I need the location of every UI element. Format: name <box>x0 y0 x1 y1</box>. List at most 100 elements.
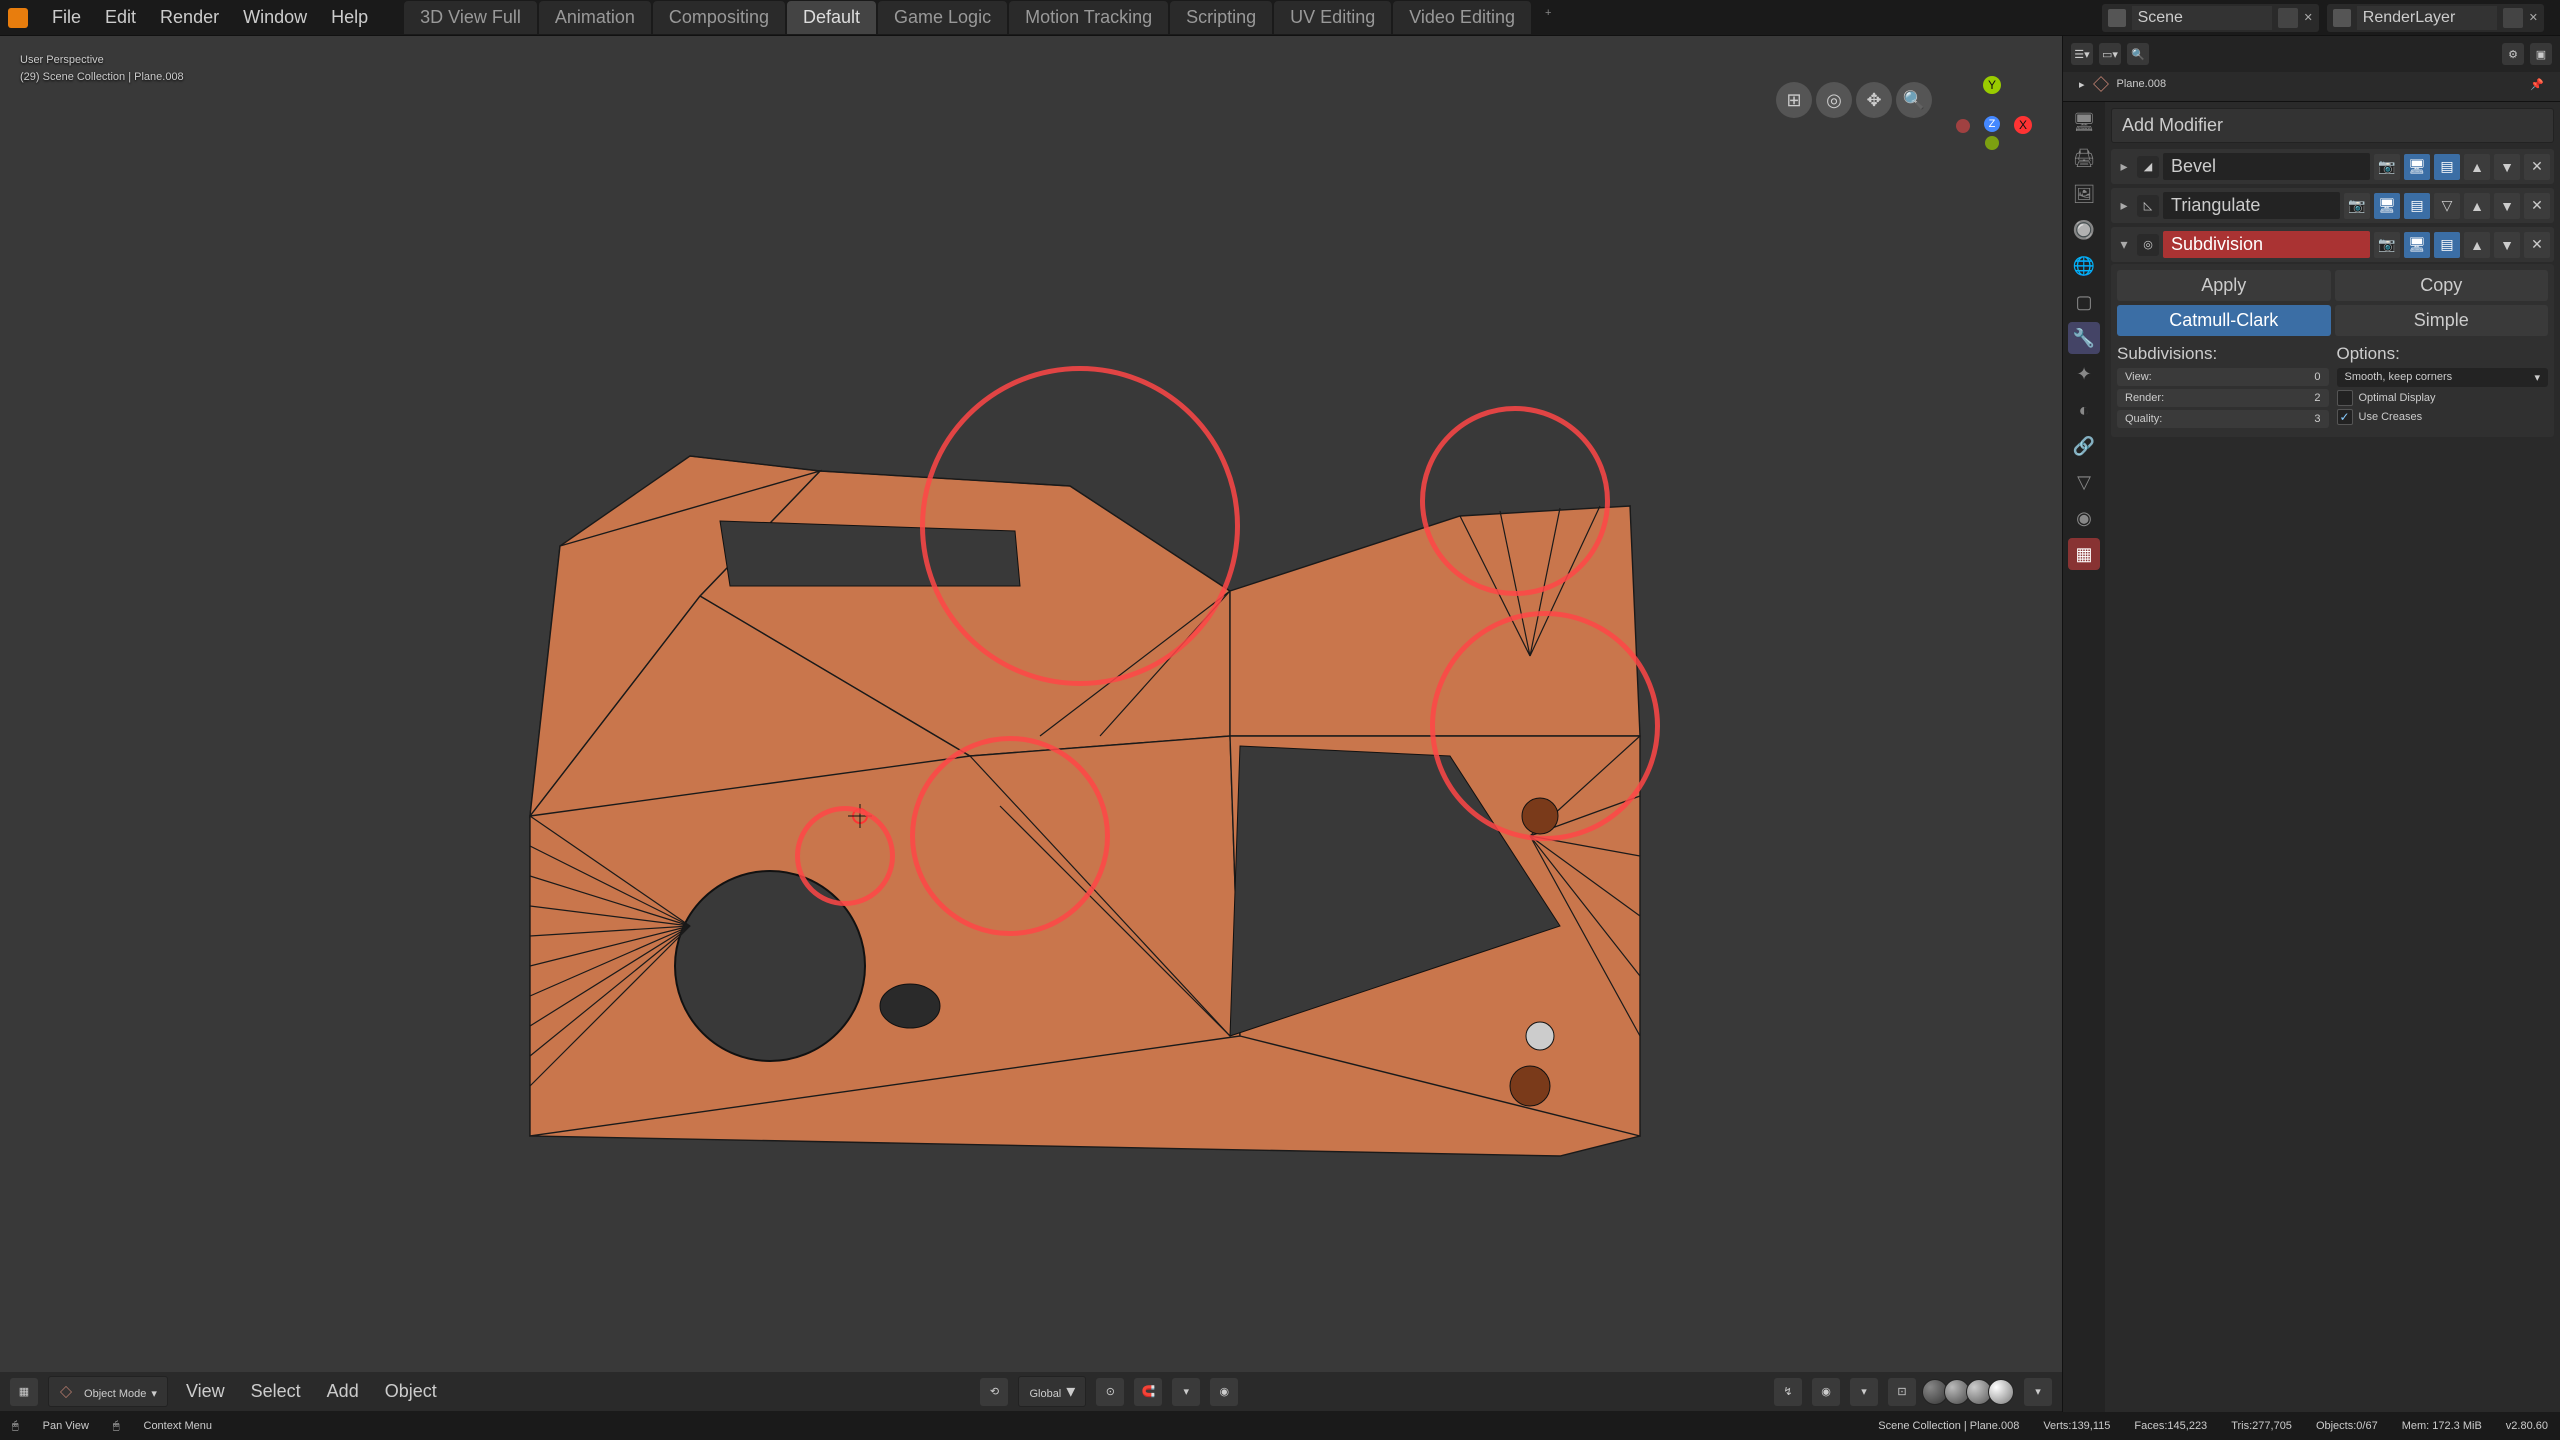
expand-toggle[interactable]: ▸ <box>2115 197 2133 214</box>
pivot-icon[interactable]: ⊙ <box>1096 1378 1124 1406</box>
editor-type-icon[interactable]: ▦ <box>10 1378 38 1406</box>
menu-file[interactable]: File <box>40 3 93 32</box>
move-up-button[interactable]: ▲ <box>2464 193 2490 219</box>
editmode-toggle[interactable]: ▤ <box>2434 232 2460 258</box>
modifier-triangulate: ▸ ◺ Triangulate 📷 🖥 ▤ ▽ ▲ ▼ ✕ <box>2111 188 2554 223</box>
move-down-button[interactable]: ▼ <box>2494 193 2520 219</box>
optimal-display-check[interactable]: Optimal Display <box>2337 390 2549 406</box>
menu-select[interactable]: Select <box>243 1377 309 1406</box>
workspace-tab[interactable]: Scripting <box>1170 1 1272 34</box>
tab-world[interactable]: 🌐 <box>2068 250 2100 282</box>
workspace-tab[interactable]: Compositing <box>653 1 785 34</box>
shading-rendered-icon[interactable] <box>1988 1379 2014 1405</box>
shading-options[interactable]: ▾ <box>2024 1378 2052 1406</box>
mode-selector[interactable]: Object Mode ▾ <box>48 1376 168 1407</box>
move-down-button[interactable]: ▼ <box>2494 232 2520 258</box>
outliner-search[interactable] <box>2155 42 2496 66</box>
view-levels-input[interactable]: View:0 <box>2117 368 2329 386</box>
editmode-toggle[interactable]: ▤ <box>2404 193 2430 219</box>
workspace-tab[interactable]: Animation <box>539 1 651 34</box>
proportional-toggle[interactable]: ◉ <box>1210 1378 1238 1406</box>
tab-scene[interactable]: 🔘 <box>2068 214 2100 246</box>
tab-output[interactable]: 🖨 <box>2068 142 2100 174</box>
shading-modes[interactable] <box>1926 1379 2014 1405</box>
tab-physics[interactable]: ◐ <box>2068 394 2100 426</box>
cage-toggle[interactable]: ▽ <box>2434 193 2460 219</box>
menu-help[interactable]: Help <box>319 3 380 32</box>
render-levels-input[interactable]: Render:2 <box>2117 389 2329 407</box>
menu-render[interactable]: Render <box>148 3 231 32</box>
move-up-button[interactable]: ▲ <box>2464 154 2490 180</box>
menu-view[interactable]: View <box>178 1377 233 1406</box>
workspace-tab[interactable]: Game Logic <box>878 1 1007 34</box>
renderlayer-delete-button[interactable]: ✕ <box>2529 11 2538 24</box>
renderlayer-name-input[interactable] <box>2357 6 2497 30</box>
workspace-add-button[interactable]: + <box>1533 1 1563 34</box>
quality-input[interactable]: Quality:3 <box>2117 410 2329 428</box>
expand-toggle[interactable]: ▾ <box>2115 236 2133 253</box>
scene-selector[interactable]: ✕ <box>2102 4 2319 32</box>
renderlayer-new-button[interactable] <box>2503 8 2523 28</box>
realtime-toggle[interactable]: 🖥 <box>2374 193 2400 219</box>
workspace-tab[interactable]: Motion Tracking <box>1009 1 1168 34</box>
menu-object[interactable]: Object <box>377 1377 445 1406</box>
menu-edit[interactable]: Edit <box>93 3 148 32</box>
delete-modifier-button[interactable]: ✕ <box>2524 232 2550 258</box>
type-simple[interactable]: Simple <box>2335 305 2549 336</box>
add-modifier-button[interactable]: Add Modifier <box>2111 108 2554 143</box>
tab-modifiers[interactable]: 🔧 <box>2068 322 2100 354</box>
filter-icon[interactable]: ⚙ <box>2502 43 2524 65</box>
copy-button[interactable]: Copy <box>2335 270 2549 301</box>
move-up-button[interactable]: ▲ <box>2464 232 2490 258</box>
render-toggle[interactable]: 📷 <box>2374 154 2400 180</box>
outliner-display-mode[interactable]: ▭▾ <box>2099 43 2121 65</box>
modifier-name-input[interactable]: Subdivision <box>2163 231 2370 258</box>
workspace-tab-active[interactable]: Default <box>787 1 876 34</box>
workspace-tab[interactable]: 3D View Full <box>404 1 537 34</box>
gizmo-toggle[interactable]: ↯ <box>1774 1378 1802 1406</box>
pin-icon[interactable]: 📌 <box>2530 78 2544 91</box>
orientation-icon[interactable]: ⟲ <box>980 1378 1008 1406</box>
snap-options[interactable]: ▾ <box>1172 1378 1200 1406</box>
new-collection-icon[interactable]: ▣ <box>2530 43 2552 65</box>
use-creases-check[interactable]: Use Creases <box>2337 409 2549 425</box>
tab-mesh[interactable]: ▽ <box>2068 466 2100 498</box>
tab-viewlayer[interactable]: 🖼 <box>2068 178 2100 210</box>
outliner-row[interactable]: ▸ Plane.008 📌 <box>2063 72 2560 96</box>
apply-button[interactable]: Apply <box>2117 270 2331 301</box>
type-catmullclark[interactable]: Catmull-Clark <box>2117 305 2331 336</box>
uv-smooth-select[interactable]: Smooth, keep corners▾ <box>2337 368 2549 387</box>
delete-modifier-button[interactable]: ✕ <box>2524 193 2550 219</box>
tab-texture[interactable]: ▦ <box>2068 538 2100 570</box>
tab-constraints[interactable]: 🔗 <box>2068 430 2100 462</box>
menu-add[interactable]: Add <box>319 1377 367 1406</box>
snap-toggle[interactable]: 🧲 <box>1134 1378 1162 1406</box>
tab-object[interactable]: ▢ <box>2068 286 2100 318</box>
overlay-options[interactable]: ▾ <box>1850 1378 1878 1406</box>
workspace-tab[interactable]: UV Editing <box>1274 1 1391 34</box>
tab-material[interactable]: ◉ <box>2068 502 2100 534</box>
scene-new-button[interactable] <box>2278 8 2298 28</box>
outliner-editor-icon[interactable]: ☰▾ <box>2071 43 2093 65</box>
renderlayer-selector[interactable]: ✕ <box>2327 4 2544 32</box>
scene-name-input[interactable] <box>2132 6 2272 30</box>
move-down-button[interactable]: ▼ <box>2494 154 2520 180</box>
modifier-name-input[interactable]: Bevel <box>2163 153 2370 180</box>
scene-delete-button[interactable]: ✕ <box>2304 11 2313 24</box>
menu-window[interactable]: Window <box>231 3 319 32</box>
render-toggle[interactable]: 📷 <box>2374 232 2400 258</box>
overlays-toggle[interactable]: ◉ <box>1812 1378 1840 1406</box>
delete-modifier-button[interactable]: ✕ <box>2524 154 2550 180</box>
realtime-toggle[interactable]: 🖥 <box>2404 154 2430 180</box>
realtime-toggle[interactable]: 🖥 <box>2404 232 2430 258</box>
3d-viewport[interactable]: User Perspective (29) Scene Collection |… <box>0 36 2062 1412</box>
workspace-tab[interactable]: Video Editing <box>1393 1 1531 34</box>
modifier-name-input[interactable]: Triangulate <box>2163 192 2340 219</box>
expand-toggle[interactable]: ▸ <box>2115 158 2133 175</box>
orientation-selector[interactable]: Global ▾ <box>1018 1376 1086 1407</box>
tab-particles[interactable]: ✦ <box>2068 358 2100 390</box>
xray-toggle[interactable]: ⊡ <box>1888 1378 1916 1406</box>
editmode-toggle[interactable]: ▤ <box>2434 154 2460 180</box>
tab-render[interactable]: 🖥 <box>2068 106 2100 138</box>
render-toggle[interactable]: 📷 <box>2344 193 2370 219</box>
